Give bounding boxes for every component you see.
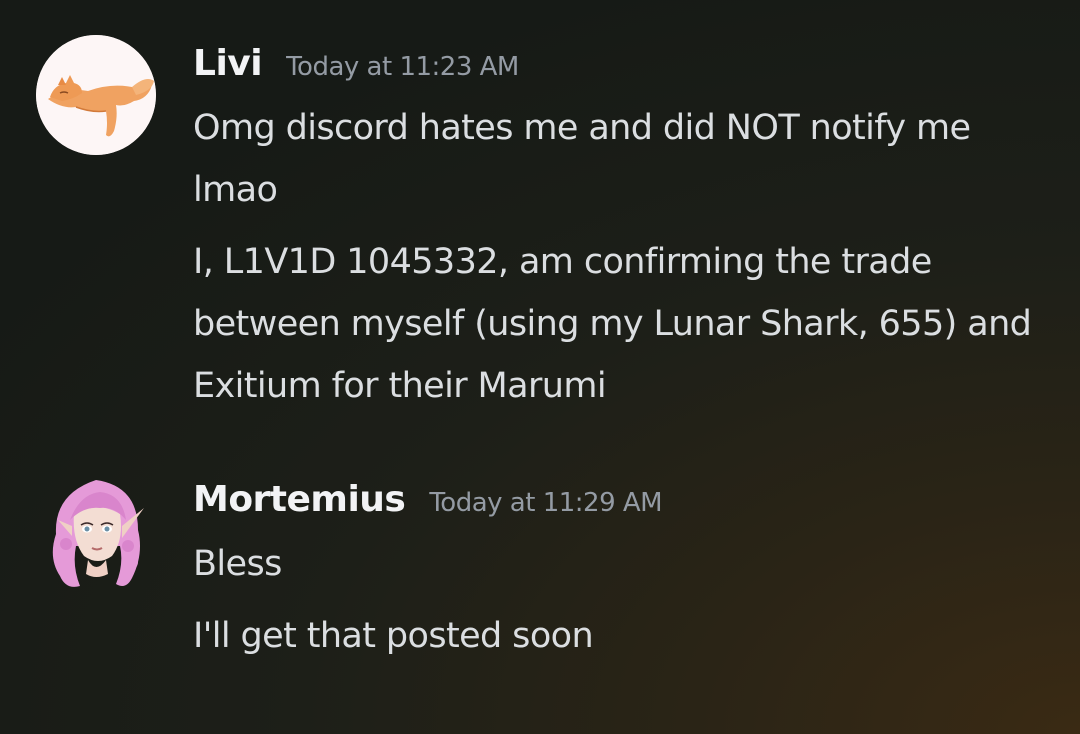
message-header: Livi Today at 11:23 AM	[193, 43, 1050, 103]
message-text: Omg discord hates me and did NOT notify …	[193, 108, 971, 210]
avatar[interactable]	[36, 474, 156, 594]
message-content: Mortemius Today at 11:29 AM Bless I'll g…	[193, 479, 1050, 667]
elf-girl-icon	[52, 480, 144, 587]
message-text: I'll get that posted soon	[193, 616, 594, 656]
message-text: I, L1V1D 1045332, am confirming the trad…	[193, 242, 1032, 406]
timestamp[interactable]: Today at 11:29 AM	[429, 488, 662, 518]
message-text: Bless	[193, 544, 282, 584]
username[interactable]: Livi	[193, 43, 263, 84]
chat-messages: Livi Today at 11:23 AM Omg discord hates…	[0, 0, 1080, 734]
username[interactable]: Mortemius	[193, 479, 406, 520]
avatar[interactable]	[36, 35, 156, 155]
timestamp[interactable]: Today at 11:23 AM	[286, 52, 519, 82]
message-header: Mortemius Today at 11:29 AM	[193, 479, 1050, 539]
fox-icon	[36, 35, 156, 155]
message-content: Livi Today at 11:23 AM Omg discord hates…	[193, 43, 1050, 417]
